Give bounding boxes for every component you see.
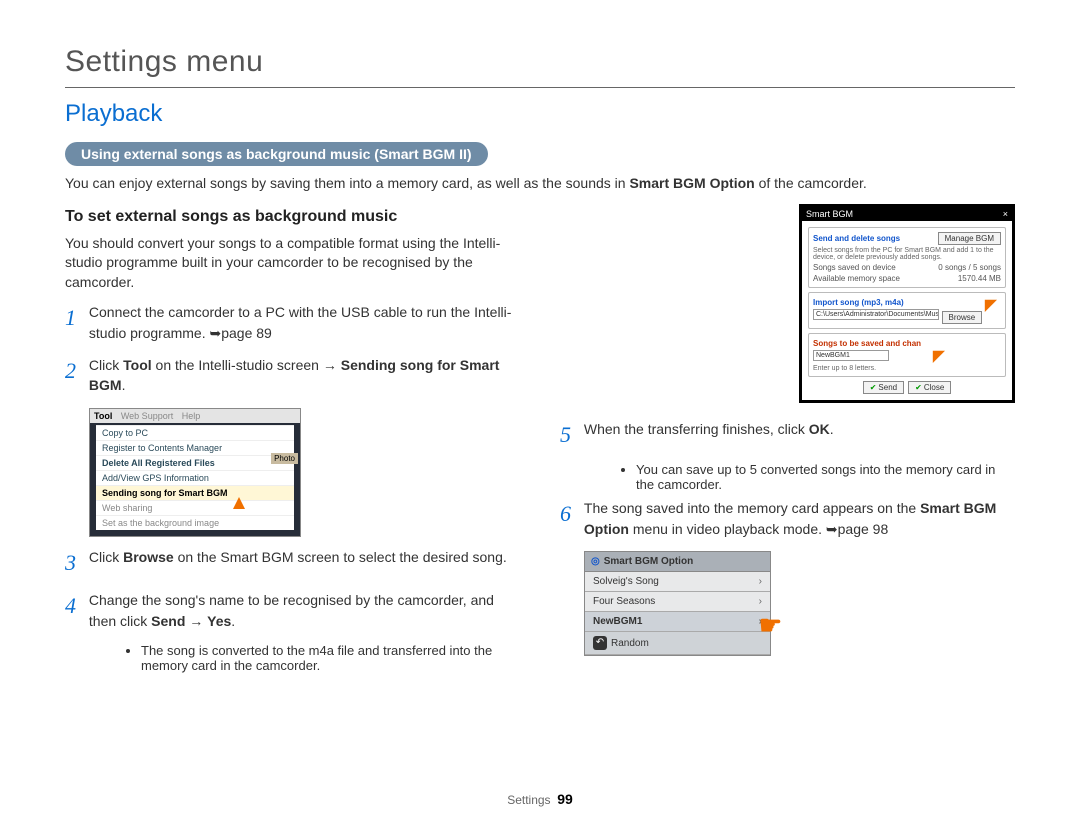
section-title: Playback xyxy=(65,100,1015,128)
step-4: 4 Change the song's name to be recognise… xyxy=(65,590,520,631)
close-button: Close xyxy=(908,381,951,394)
send-button: Send xyxy=(863,381,904,394)
divider xyxy=(65,87,1015,88)
screenshot-smart-bgm: Smart BGM× Send and delete songs Manage … xyxy=(799,204,1015,403)
screenshot-tool-menu: Tool Web Support Help Copy to PC Registe… xyxy=(89,408,301,537)
pointer-icon xyxy=(233,497,245,509)
pointer-icon: ◤ xyxy=(933,346,945,366)
chevron-right-icon: › xyxy=(759,576,762,587)
browse-button: Browse xyxy=(942,311,983,324)
step-6: 6 The song saved into the memory card ap… xyxy=(560,498,1015,539)
list-item-selected: NewBGM1› ☛ xyxy=(585,612,770,632)
breadcrumb: Settings menu xyxy=(65,45,1015,79)
chevron-right-icon: › xyxy=(759,596,762,607)
page-footer: Settings 99 xyxy=(0,791,1080,807)
step-5-note: You can save up to 5 converted songs int… xyxy=(596,462,1015,492)
manage-bgm-button: Manage BGM xyxy=(938,232,1001,245)
intro-text: You can enjoy external songs by saving t… xyxy=(65,174,1015,194)
step-4-note: The song is converted to the m4a file an… xyxy=(101,643,520,673)
sub-heading: To set external songs as background musi… xyxy=(65,208,520,226)
pointer-icon: ◤ xyxy=(985,295,997,315)
close-icon: × xyxy=(1003,209,1008,219)
convert-note: You should convert your songs to a compa… xyxy=(65,234,520,293)
topic-pill: Using external songs as background music… xyxy=(65,142,488,166)
back-icon: ↶ xyxy=(593,636,607,650)
step-3: 3 Click Browse on the Smart BGM screen t… xyxy=(65,547,520,579)
menu-item-sending-song: Sending song for Smart BGM xyxy=(96,485,294,500)
step-1: 1 Connect the camcorder to a PC with the… xyxy=(65,302,520,343)
step-5: 5 When the transferring finishes, click … xyxy=(560,419,1015,451)
step-2: 2 Click Tool on the Intelli-studio scree… xyxy=(65,355,520,396)
screenshot-bgm-option: Smart BGM Option Solveig's Song› Four Se… xyxy=(584,551,771,656)
